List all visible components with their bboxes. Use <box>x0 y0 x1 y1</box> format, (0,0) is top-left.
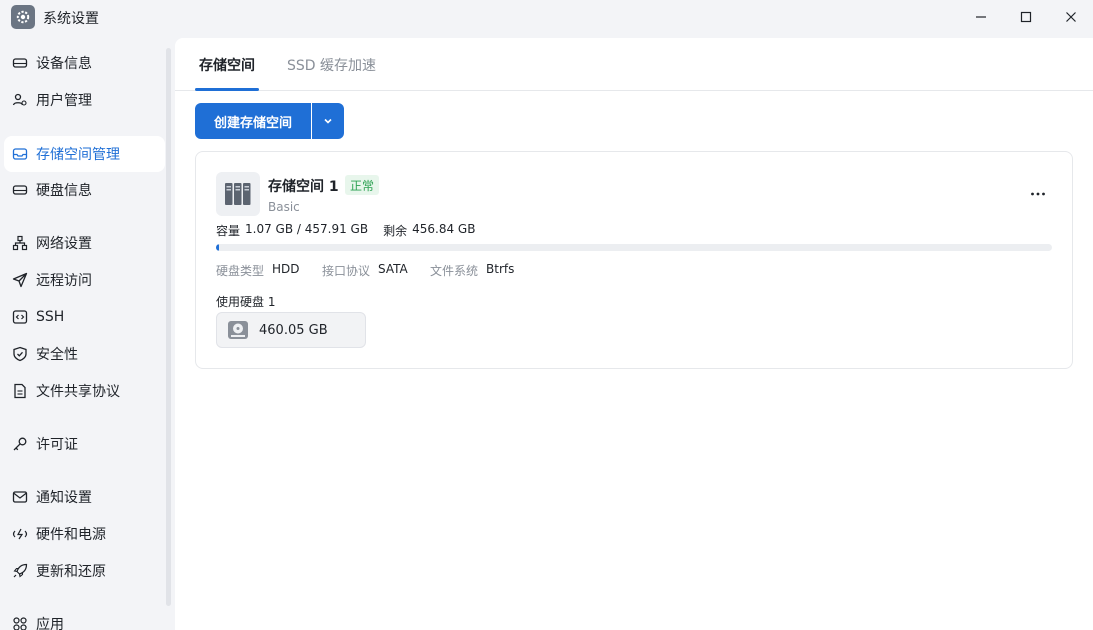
main-panel: 存储空间 SSD 缓存加速 创建存储空间 存储空间 1 正常 Basic 容量 … <box>175 38 1093 630</box>
status-badge: 正常 <box>345 175 380 195</box>
sidebar-item-disk-info[interactable]: 硬盘信息 <box>4 172 165 208</box>
sidebar-item-file-sharing[interactable]: 文件共享协议 <box>4 373 165 409</box>
filesystem-value: Btrfs <box>486 262 515 276</box>
minimize-button[interactable] <box>958 0 1004 34</box>
sidebar-item-update-restore[interactable]: 更新和还原 <box>4 553 165 589</box>
sidebar-item-label: 远程访问 <box>36 273 92 289</box>
maximize-icon <box>1020 11 1032 23</box>
sidebar-item-label: 用户管理 <box>36 93 92 109</box>
sidebar-item-device-info[interactable]: 设备信息 <box>4 45 165 81</box>
sidebar-item-label: SSH <box>36 309 65 325</box>
close-icon <box>1066 12 1076 22</box>
shield-icon <box>11 345 29 363</box>
sidebar: 设备信息 用户管理 存储空间管理 硬盘信息 网络设置 远程访问 SSH 安全性 … <box>0 38 175 630</box>
device-icon <box>11 54 29 72</box>
active-tab-indicator <box>195 88 259 91</box>
minimize-icon <box>976 16 986 18</box>
more-options-button[interactable] <box>1026 182 1050 206</box>
capacity-row: 容量 1.07 GB / 457.91 GB 剩余 456.84 GB <box>216 222 475 239</box>
sidebar-item-security[interactable]: 安全性 <box>4 336 165 372</box>
interface-row: 接口协议 SATA <box>322 262 408 279</box>
sidebar-item-label: 设备信息 <box>36 56 92 72</box>
disk-type-value: HDD <box>272 262 300 276</box>
network-icon <box>11 234 29 252</box>
storage-icon <box>11 145 29 163</box>
sidebar-item-label: 网络设置 <box>36 236 92 252</box>
sidebar-item-label: 应用 <box>36 617 64 630</box>
sidebar-item-notifications[interactable]: 通知设置 <box>4 479 165 515</box>
nas-drives-icon <box>216 172 260 216</box>
power-icon <box>11 525 29 543</box>
interface-label: 接口协议 <box>322 264 371 278</box>
sidebar-item-label: 许可证 <box>36 437 78 453</box>
tab-storage[interactable]: 存储空间 <box>199 55 255 75</box>
pool-raid-type: Basic <box>268 200 300 214</box>
tab-bar: 存储空间 SSD 缓存加速 <box>175 38 1093 91</box>
close-button[interactable] <box>1048 0 1093 34</box>
create-storage-button[interactable]: 创建存储空间 <box>195 103 311 139</box>
file-icon <box>11 382 29 400</box>
sidebar-item-label: 通知设置 <box>36 490 92 506</box>
filesystem-row: 文件系统 Btrfs <box>430 262 514 279</box>
disk-type-row: 硬盘类型 HDD <box>216 262 300 279</box>
sidebar-item-remote-access[interactable]: 远程访问 <box>4 262 165 298</box>
users-icon <box>11 91 29 109</box>
mail-icon <box>11 488 29 506</box>
code-icon <box>11 308 29 326</box>
pool-name: 存储空间 1 <box>268 179 339 195</box>
disk-type-label: 硬盘类型 <box>216 264 265 278</box>
sidebar-item-users[interactable]: 用户管理 <box>4 82 165 118</box>
sidebar-item-hardware-power[interactable]: 硬件和电源 <box>4 516 165 552</box>
sidebar-item-label: 存储空间管理 <box>36 147 120 163</box>
sidebar-item-label: 安全性 <box>36 347 78 363</box>
sidebar-item-license[interactable]: 许可证 <box>4 426 165 462</box>
send-icon <box>11 271 29 289</box>
sidebar-item-apps[interactable]: 应用 <box>4 606 165 630</box>
hard-drive-icon <box>228 321 248 339</box>
sidebar-item-network[interactable]: 网络设置 <box>4 225 165 261</box>
remaining-value: 456.84 GB <box>412 222 476 236</box>
sidebar-item-label: 更新和还原 <box>36 564 106 580</box>
chevron-down-icon <box>324 118 332 124</box>
capacity-progress-fill <box>216 244 220 251</box>
key-icon <box>11 435 29 453</box>
title-bar: 系统设置 <box>0 0 1093 38</box>
capacity-label: 容量 <box>216 224 241 238</box>
sidebar-item-label: 文件共享协议 <box>36 384 120 400</box>
window-title: 系统设置 <box>43 11 99 27</box>
sidebar-item-storage[interactable]: 存储空间管理 <box>4 136 165 172</box>
gear-icon <box>11 5 35 29</box>
used-disks-label: 使用硬盘 1 <box>216 295 276 309</box>
maximize-button[interactable] <box>1003 0 1049 34</box>
disk-chip[interactable]: 460.05 GB <box>216 312 366 348</box>
storage-pool-card: 存储空间 1 正常 Basic 容量 1.07 GB / 457.91 GB 剩… <box>195 151 1073 369</box>
remaining-label: 剩余 <box>383 224 408 238</box>
create-storage-dropdown-button[interactable] <box>312 103 344 139</box>
more-icon <box>1031 192 1045 196</box>
disk-size: 460.05 GB <box>259 322 328 338</box>
rocket-icon <box>11 562 29 580</box>
capacity-value: 1.07 GB / 457.91 GB <box>245 222 369 236</box>
capacity-progress-bar <box>216 244 1052 251</box>
tab-ssd-cache[interactable]: SSD 缓存加速 <box>287 55 376 75</box>
sidebar-scrollbar[interactable] <box>166 48 171 606</box>
sidebar-item-label: 硬件和电源 <box>36 527 106 543</box>
sidebar-item-label: 硬盘信息 <box>36 183 92 199</box>
disk-icon <box>11 181 29 199</box>
interface-value: SATA <box>378 262 408 276</box>
apps-icon <box>11 615 29 630</box>
sidebar-item-ssh[interactable]: SSH <box>4 299 165 335</box>
filesystem-label: 文件系统 <box>430 264 479 278</box>
